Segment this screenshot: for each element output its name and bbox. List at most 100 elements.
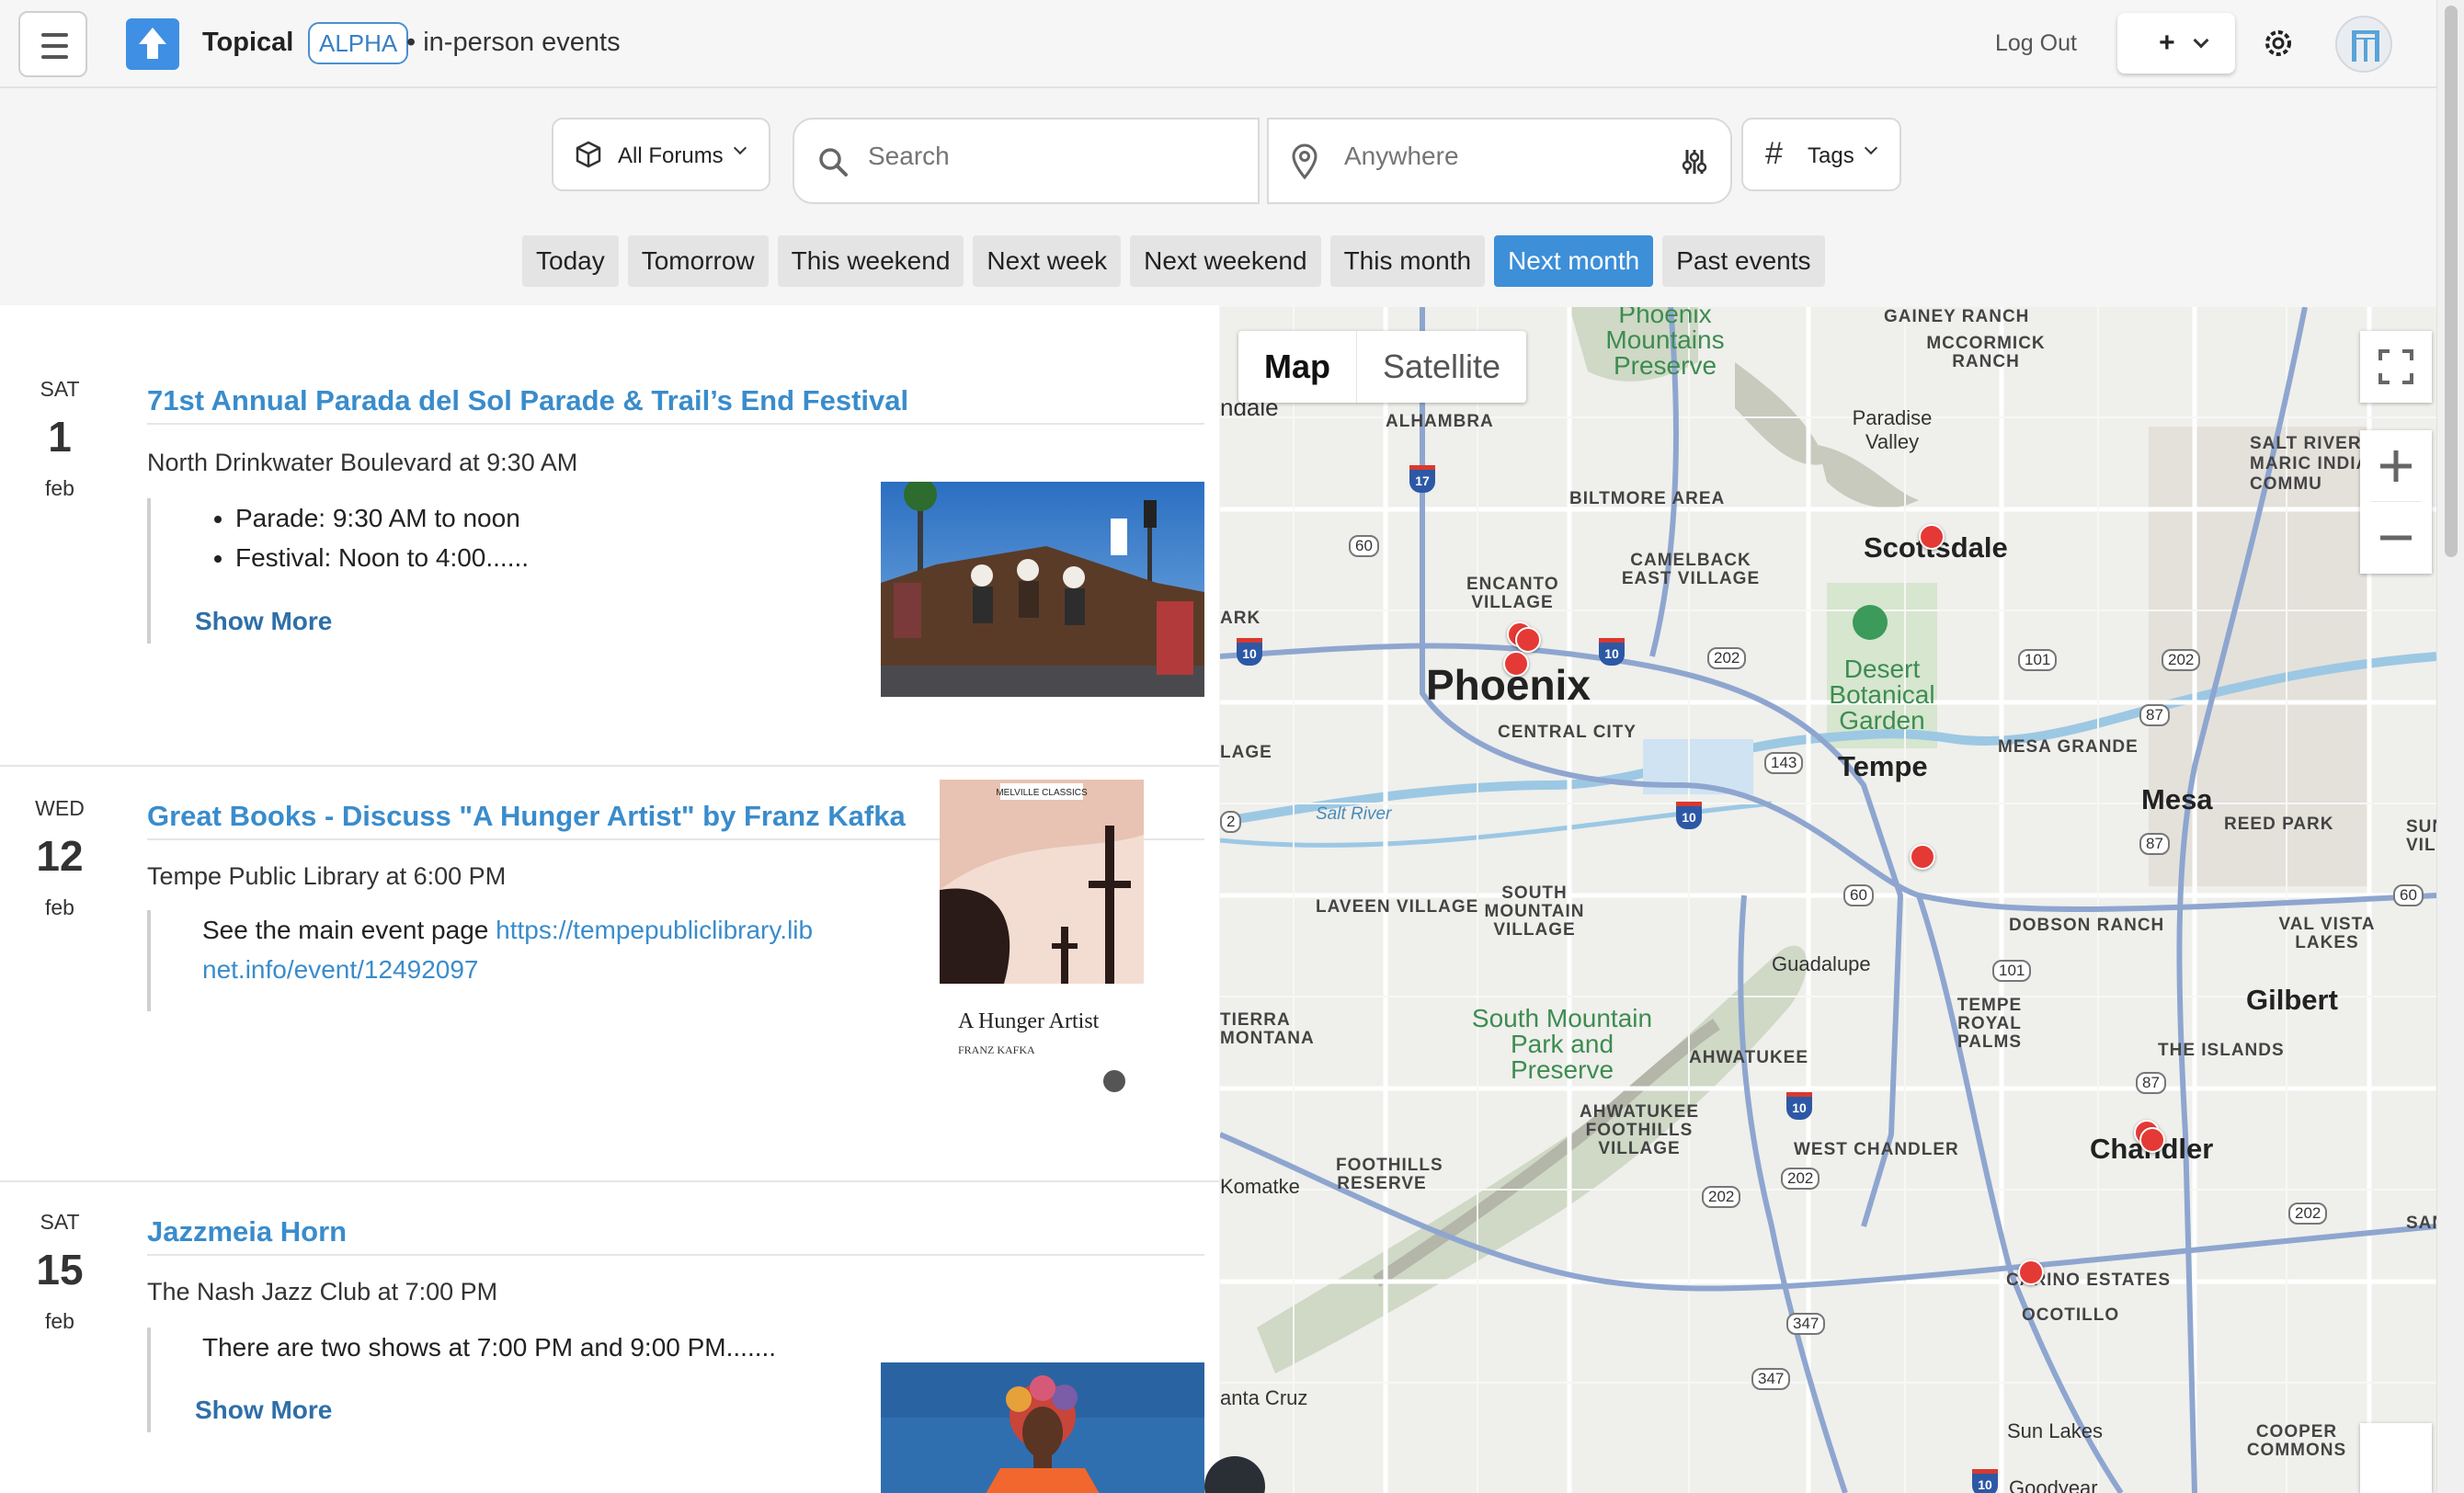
- event-marker[interactable]: [1503, 651, 1529, 677]
- event-marker[interactable]: [1910, 844, 1935, 870]
- description-text: There are two shows at 7:00 PM and 9:00 …: [202, 1333, 777, 1362]
- logout-link[interactable]: Log Out: [1995, 30, 2077, 57]
- map-label: MESA GRANDE: [1998, 737, 2139, 757]
- book-cover-image[interactable]: MELVILLE CLASSICS A Hunger Artist FRANZ …: [940, 780, 1144, 1101]
- search-input[interactable]: [868, 142, 1236, 171]
- event-title[interactable]: 71st Annual Parada del Sol Parade & Trai…: [147, 384, 1204, 425]
- map-label: SAN: [2406, 1214, 2436, 1233]
- event-image[interactable]: [881, 1362, 1204, 1493]
- all-forums-label: All Forums: [618, 143, 724, 168]
- zoom-control: [2360, 430, 2432, 574]
- date-chip-tomorrow[interactable]: Tomorrow: [627, 235, 769, 287]
- map-label: ENCANTO VILLAGE: [1466, 575, 1559, 612]
- show-more-link[interactable]: Show More: [195, 1396, 332, 1425]
- location-box[interactable]: [1267, 118, 1732, 204]
- avatar[interactable]: [2335, 16, 2392, 73]
- date-filter-chips: Today Tomorrow This weekend Next week Next w…: [522, 235, 1825, 287]
- menu-line: [41, 33, 68, 37]
- date-chip-next-week[interactable]: Next week: [973, 235, 1122, 287]
- event-location: North Drinkwater Boulevard at 9:30 AM: [147, 449, 578, 476]
- map-label: CENTRAL CITY: [1498, 723, 1637, 742]
- map-label: THE ISLANDS: [2158, 1041, 2285, 1060]
- map-label: TIERRA MONTANA: [1220, 1010, 1315, 1048]
- event-month: feb: [45, 1309, 74, 1333]
- map-label: MCCORMICK RANCH: [1926, 334, 2046, 371]
- date-chip-this-month[interactable]: This month: [1329, 235, 1486, 287]
- date-chip-today[interactable]: Today: [522, 235, 619, 287]
- map-label: Goodyear: [2009, 1476, 2098, 1493]
- event-marker[interactable]: [2139, 1127, 2165, 1153]
- top-header: Topical ALPHA • in-person events Log Out…: [0, 0, 2436, 88]
- map-label: anta Cruz: [1220, 1386, 1308, 1409]
- interstate-10-icon: 10: [1599, 638, 1625, 666]
- description-bullet: Festival: Noon to 4:00......: [235, 538, 883, 577]
- event-image[interactable]: [881, 482, 1204, 697]
- map-label: SOUTH MOUNTAIN VILLAGE: [1484, 883, 1585, 940]
- fullscreen-icon: [2378, 349, 2413, 384]
- map-label: Guadalupe: [1772, 952, 1871, 975]
- all-forums-dropdown[interactable]: All Forums: [552, 118, 770, 191]
- location-input[interactable]: [1344, 142, 1657, 171]
- event-list: SAT 1 feb 71st Annual Parada del Sol Par…: [0, 305, 1219, 1493]
- event-link[interactable]: https://tempepubliclibrary.lib: [496, 916, 813, 944]
- map-type-satellite-button[interactable]: Satellite: [1356, 331, 1526, 403]
- event-dow: SAT: [40, 377, 80, 401]
- route-60-icon: 60: [1349, 535, 1379, 557]
- description-text: See the main event page: [202, 916, 496, 944]
- date-chip-next-month[interactable]: Next month: [1494, 235, 1654, 287]
- event-card: WED 12 feb Great Books - Discuss "A Hung…: [0, 767, 1219, 1182]
- chevron-down-icon: [2193, 32, 2209, 49]
- event-month: feb: [45, 895, 74, 919]
- route-347-icon: 347: [1786, 1313, 1826, 1335]
- show-more-link[interactable]: Show More: [195, 607, 332, 636]
- location-pin-icon: [1292, 143, 1318, 180]
- brand-name[interactable]: Topical: [202, 28, 293, 58]
- map-label-river: Salt River: [1316, 804, 1392, 824]
- hashtag-icon: #: [1765, 136, 1783, 171]
- page-scrollbar[interactable]: [2436, 0, 2464, 1493]
- map-label: Paradise Valley: [1852, 406, 1933, 453]
- route-202-icon: 202: [2162, 649, 2201, 671]
- date-chip-past-events[interactable]: Past events: [1662, 235, 1825, 287]
- map-label: DOBSON RANCH: [2009, 916, 2165, 935]
- description-bullet: Parade: 9:30 AM to noon: [235, 498, 883, 538]
- topical-logo-icon[interactable]: [126, 18, 179, 70]
- event-link[interactable]: net.info/event/12492097: [202, 955, 478, 984]
- route-87-icon: 87: [2139, 833, 2170, 855]
- map-type-map-button[interactable]: Map: [1238, 331, 1356, 403]
- scrollbar-thumb[interactable]: [2445, 6, 2458, 557]
- search-box[interactable]: [793, 118, 1260, 204]
- events-map[interactable]: Phoenix CENTRAL CITY Tempe Mesa Scottsda…: [1220, 307, 2436, 1493]
- add-button[interactable]: +: [2117, 13, 2235, 74]
- map-label: COOPER COMMONS: [2246, 1422, 2347, 1460]
- map-label: CAMELBACK EAST VILLAGE: [1621, 551, 1761, 588]
- search-icon: [819, 148, 848, 177]
- event-description: See the main event page https://tempepub…: [147, 910, 901, 1011]
- pegman-button[interactable]: [2360, 1423, 2432, 1493]
- zoom-in-button[interactable]: [2360, 430, 2432, 502]
- map-label-park: South Mountain Park and Preserve: [1471, 1004, 1653, 1084]
- date-chip-next-weekend[interactable]: Next weekend: [1130, 235, 1321, 287]
- event-marker[interactable]: [1515, 627, 1541, 653]
- event-marker[interactable]: [2018, 1259, 2044, 1285]
- interstate-10-icon: 10: [1786, 1092, 1812, 1120]
- event-card: SAT 15 feb Jazzmeia Horn The Nash Jazz C…: [0, 1182, 1219, 1493]
- fullscreen-button[interactable]: [2360, 331, 2432, 403]
- gear-icon[interactable]: [2260, 23, 2297, 63]
- map-label: AHWATUKEE: [1689, 1048, 1809, 1067]
- cube-icon: [576, 141, 601, 168]
- event-day: 15: [36, 1246, 84, 1294]
- event-day: 1: [48, 413, 72, 461]
- map-label: SUN VIL: [2406, 817, 2436, 855]
- zoom-out-button[interactable]: [2360, 502, 2432, 574]
- event-marker[interactable]: [1919, 524, 1945, 550]
- event-title[interactable]: Jazzmeia Horn: [147, 1215, 1204, 1256]
- chevron-down-icon: [1864, 141, 1878, 155]
- map-label: Sun Lakes: [2007, 1419, 2103, 1442]
- tags-dropdown[interactable]: # Tags: [1741, 118, 1901, 191]
- book-series-label: MELVILLE CLASSICS: [996, 788, 1088, 798]
- map-label: FOOTHILLS RESERVE: [1336, 1156, 1443, 1193]
- date-chip-this-weekend[interactable]: This weekend: [777, 235, 964, 287]
- sliders-icon[interactable]: [1681, 147, 1708, 177]
- hamburger-menu-button[interactable]: [18, 11, 87, 77]
